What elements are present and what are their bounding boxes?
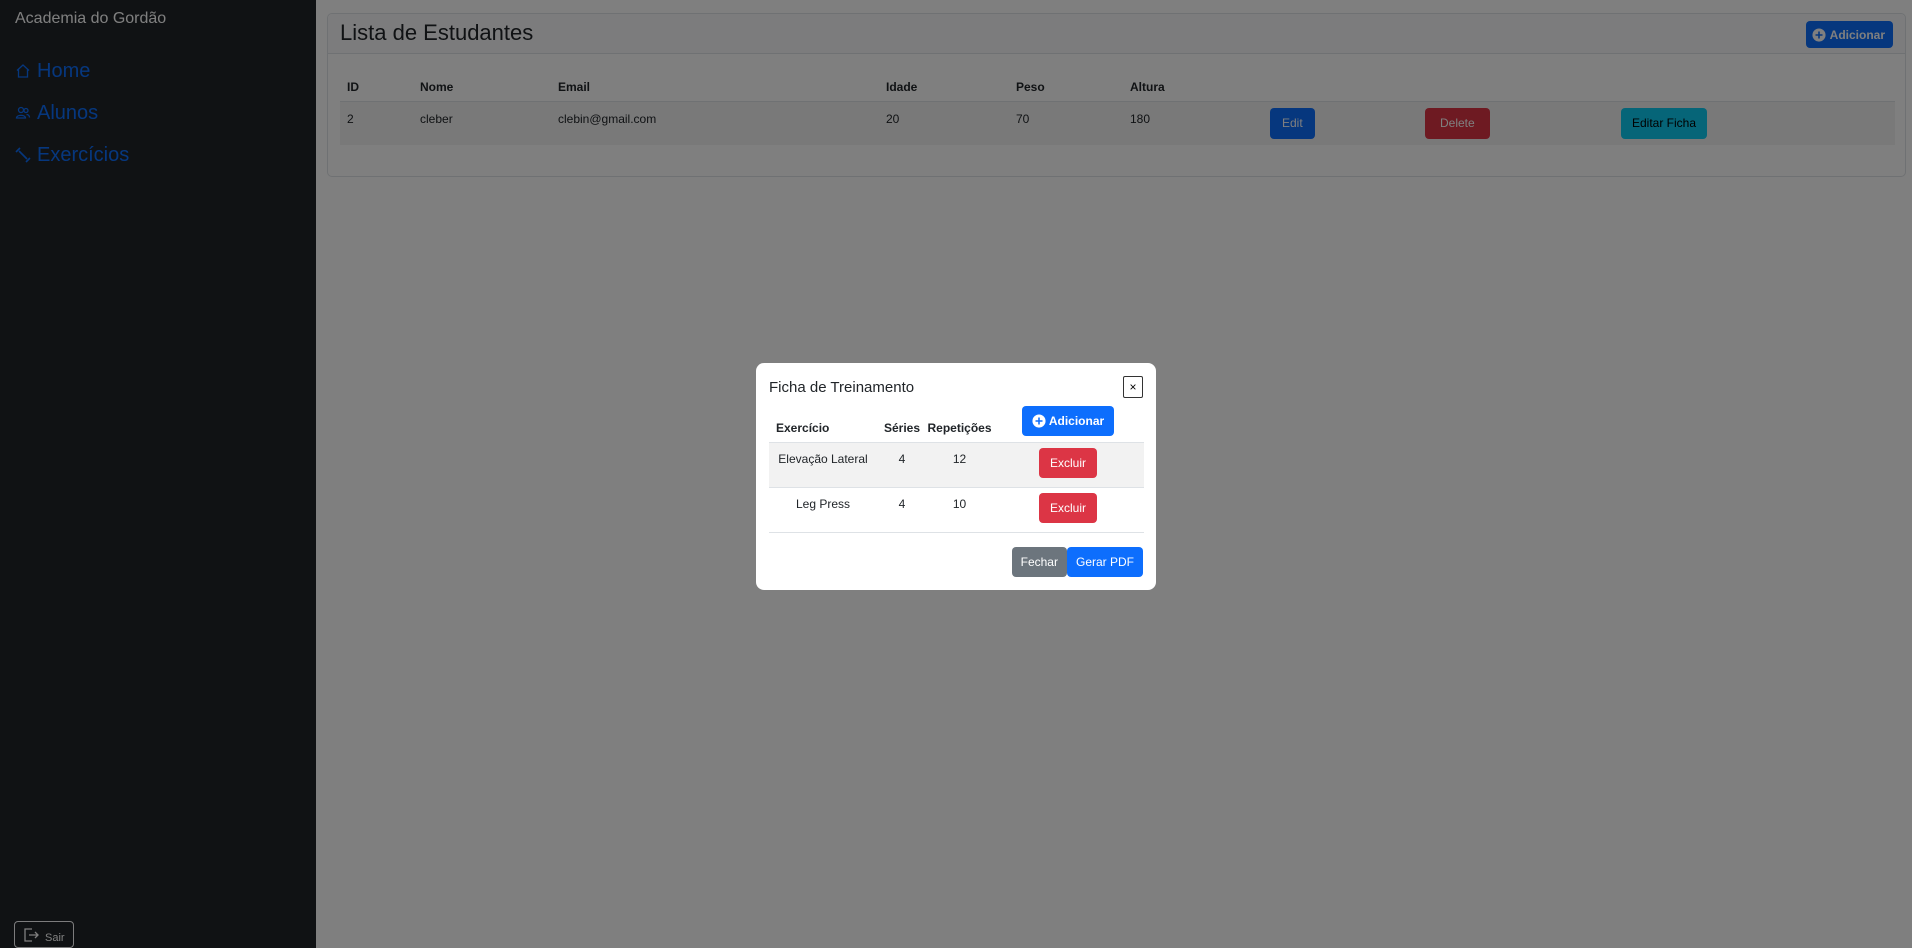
plus-circle-icon [1032, 414, 1046, 428]
add-exercise-label: Adicionar [1048, 414, 1105, 428]
modal-title: Ficha de Treinamento [769, 379, 915, 396]
ficha-modal: Ficha de Treinamento × Exercício Séries … [756, 363, 1156, 590]
cell-repeticoes: 12 [927, 442, 992, 488]
generate-pdf-button[interactable]: Gerar PDF [1066, 547, 1143, 577]
delete-exercise-button[interactable]: Excluir [1038, 493, 1097, 523]
cell-action: Excluir [992, 442, 1144, 488]
close-modal-button[interactable]: Fechar [1011, 547, 1067, 577]
cell-series: 4 [877, 487, 927, 533]
column-header: Séries [877, 405, 927, 443]
column-header-action: Adicionar [992, 405, 1144, 443]
ficha-table: Exercício Séries Repetições Adicionar El… [769, 405, 1144, 533]
column-header: Repetições [927, 405, 992, 443]
cell-action: Excluir [992, 487, 1144, 533]
delete-exercise-button[interactable]: Excluir [1038, 448, 1097, 478]
cell-repeticoes: 10 [927, 487, 992, 533]
add-exercise-button[interactable]: Adicionar [1021, 406, 1115, 436]
column-header: Exercício [769, 405, 877, 443]
table-row: Elevação Lateral 4 12 Excluir [769, 442, 1144, 488]
cell-exercicio: Elevação Lateral [769, 442, 877, 488]
table-header-row: Exercício Séries Repetições Adicionar [769, 405, 1144, 443]
modal-footer: Fechar Gerar PDF [1011, 547, 1143, 577]
cell-series: 4 [877, 442, 927, 488]
close-icon[interactable]: × [1123, 376, 1143, 398]
table-row: Leg Press 4 10 Excluir [769, 487, 1144, 533]
cell-exercicio: Leg Press [769, 487, 877, 533]
